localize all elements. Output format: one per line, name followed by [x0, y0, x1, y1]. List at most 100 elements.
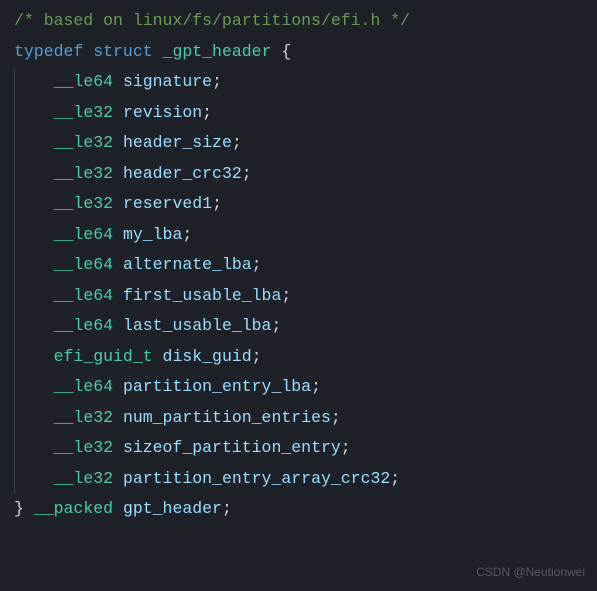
open-brace: { — [281, 42, 291, 61]
code-line: } __packed gpt_header; — [0, 494, 597, 525]
indent — [14, 469, 54, 488]
indent — [14, 286, 54, 305]
space — [113, 499, 123, 518]
space — [24, 499, 34, 518]
indent — [14, 194, 54, 213]
identifier: first_usable_lba — [123, 286, 281, 305]
semicolon: ; — [331, 408, 341, 427]
keyword-typedef: typedef — [14, 42, 83, 61]
space — [113, 133, 123, 152]
space — [113, 469, 123, 488]
attr-packed: __packed — [34, 499, 113, 518]
type-name: __le64 — [54, 316, 113, 335]
type-name: __le32 — [54, 103, 113, 122]
type-name: efi_guid_t — [54, 347, 153, 366]
identifier: disk_guid — [163, 347, 252, 366]
indent — [14, 164, 54, 183]
space — [153, 42, 163, 61]
space — [113, 225, 123, 244]
type-name: __le32 — [54, 438, 113, 457]
code-line: __le32 revision; — [0, 98, 597, 129]
space — [113, 72, 123, 91]
semicolon: ; — [271, 316, 281, 335]
indent — [14, 408, 54, 427]
identifier: sizeof_partition_entry — [123, 438, 341, 457]
code-line: __le32 sizeof_partition_entry; — [0, 433, 597, 464]
semicolon: ; — [390, 469, 400, 488]
space — [113, 194, 123, 213]
identifier: header_crc32 — [123, 164, 242, 183]
identifier: partition_entry_array_crc32 — [123, 469, 390, 488]
indent — [14, 225, 54, 244]
semicolon: ; — [222, 499, 232, 518]
indent — [14, 133, 54, 152]
code-line: /* based on linux/fs/partitions/efi.h */ — [0, 6, 597, 37]
indent — [14, 72, 54, 91]
code-line: __le64 my_lba; — [0, 220, 597, 251]
indent — [14, 377, 54, 396]
close-brace: } — [14, 499, 24, 518]
semicolon: ; — [281, 286, 291, 305]
type-name: __le64 — [54, 225, 113, 244]
semicolon: ; — [311, 377, 321, 396]
identifier: last_usable_lba — [123, 316, 272, 335]
space — [153, 347, 163, 366]
space — [113, 164, 123, 183]
space — [113, 438, 123, 457]
type-name: __le32 — [54, 133, 113, 152]
semicolon: ; — [252, 347, 262, 366]
watermark-author: CSDN @Neutionwei — [476, 561, 585, 583]
space — [271, 42, 281, 61]
code-block: /* based on linux/fs/partitions/efi.h */… — [0, 0, 597, 525]
space — [113, 377, 123, 396]
semicolon: ; — [242, 164, 252, 183]
space — [113, 316, 123, 335]
identifier: signature — [123, 72, 212, 91]
semicolon: ; — [182, 225, 192, 244]
code-line: __le64 signature; — [0, 67, 597, 98]
code-line: __le64 last_usable_lba; — [0, 311, 597, 342]
code-line: typedef struct _gpt_header { — [0, 37, 597, 68]
typedef-name: gpt_header — [123, 499, 222, 518]
keyword-struct: struct — [93, 42, 152, 61]
semicolon: ; — [341, 438, 351, 457]
type-name: __le32 — [54, 469, 113, 488]
space — [83, 42, 93, 61]
identifier: num_partition_entries — [123, 408, 331, 427]
type-name: __le64 — [54, 286, 113, 305]
indent — [14, 438, 54, 457]
type-name: __le64 — [54, 72, 113, 91]
code-line: __le64 partition_entry_lba; — [0, 372, 597, 403]
space — [113, 103, 123, 122]
space — [113, 286, 123, 305]
semicolon: ; — [212, 194, 222, 213]
code-line: __le32 num_partition_entries; — [0, 403, 597, 434]
identifier: partition_entry_lba — [123, 377, 311, 396]
type-name: __le32 — [54, 408, 113, 427]
semicolon: ; — [252, 255, 262, 274]
indent — [14, 347, 54, 366]
code-line: efi_guid_t disk_guid; — [0, 342, 597, 373]
space — [113, 408, 123, 427]
semicolon: ; — [212, 72, 222, 91]
indent — [14, 255, 54, 274]
code-line: __le64 first_usable_lba; — [0, 281, 597, 312]
code-line: __le32 reserved1; — [0, 189, 597, 220]
comment-text: /* based on linux/fs/partitions/efi.h */ — [14, 11, 410, 30]
type-name: __le32 — [54, 194, 113, 213]
identifier: my_lba — [123, 225, 182, 244]
identifier: reserved1 — [123, 194, 212, 213]
code-line: __le32 partition_entry_array_crc32; — [0, 464, 597, 495]
semicolon: ; — [202, 103, 212, 122]
struct-name: _gpt_header — [163, 42, 272, 61]
code-line: __le32 header_size; — [0, 128, 597, 159]
space — [113, 255, 123, 274]
code-line: __le64 alternate_lba; — [0, 250, 597, 281]
type-name: __le64 — [54, 377, 113, 396]
type-name: __le64 — [54, 255, 113, 274]
indent — [14, 103, 54, 122]
indent — [14, 316, 54, 335]
identifier: alternate_lba — [123, 255, 252, 274]
identifier: revision — [123, 103, 202, 122]
identifier: header_size — [123, 133, 232, 152]
